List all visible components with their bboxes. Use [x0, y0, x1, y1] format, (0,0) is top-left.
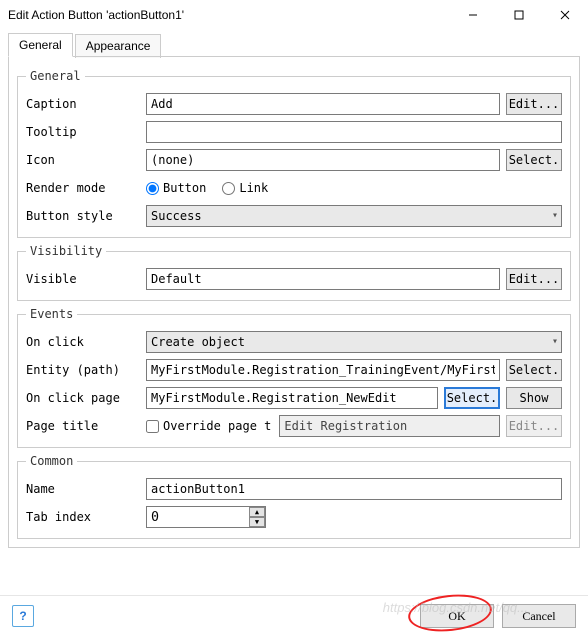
onclick-label: On click — [26, 335, 146, 349]
tab-appearance[interactable]: Appearance — [75, 34, 162, 58]
group-events: Events On click Create object ▾ Entity (… — [17, 307, 571, 448]
name-input[interactable] — [146, 478, 562, 500]
caption-edit-button[interactable]: Edit... — [506, 93, 562, 115]
window-title: Edit Action Button 'actionButton1' — [8, 8, 450, 22]
caption-label: Caption — [26, 97, 146, 111]
tooltip-label: Tooltip — [26, 125, 146, 139]
cancel-button[interactable]: Cancel — [502, 604, 576, 628]
entity-input[interactable] — [146, 359, 500, 381]
dialog-footer: ? OK Cancel — [0, 595, 588, 635]
button-style-label: Button style — [26, 209, 146, 223]
pagetitle-input — [279, 415, 500, 437]
override-checkbox-input[interactable] — [146, 420, 159, 433]
legend-general: General — [26, 69, 85, 83]
spinner-down-button[interactable]: ▼ — [249, 517, 265, 527]
icon-label: Icon — [26, 153, 146, 167]
tab-bar: General Appearance — [0, 32, 588, 56]
tabindex-label: Tab index — [26, 510, 146, 524]
override-checkbox[interactable]: Override page t — [146, 419, 271, 433]
visible-label: Visible — [26, 272, 146, 286]
onclickpage-select-button[interactable]: Select. — [444, 387, 500, 409]
legend-visibility: Visibility — [26, 244, 106, 258]
legend-events: Events — [26, 307, 77, 321]
caption-input[interactable] — [146, 93, 500, 115]
tooltip-input[interactable] — [146, 121, 562, 143]
entity-select-button[interactable]: Select. — [506, 359, 562, 381]
pagetitle-edit-button: Edit... — [506, 415, 562, 437]
group-visibility: Visibility Visible Edit... — [17, 244, 571, 301]
group-common: Common Name Tab index ▲ ▼ — [17, 454, 571, 539]
tab-panel-general: General Caption Edit... Tooltip Icon Sel… — [8, 56, 580, 548]
visible-edit-button[interactable]: Edit... — [506, 268, 562, 290]
render-link-radio-input[interactable] — [222, 182, 235, 195]
help-button[interactable]: ? — [12, 605, 34, 627]
entity-label: Entity (path) — [26, 363, 146, 377]
onclickpage-show-button[interactable]: Show — [506, 387, 562, 409]
tab-general[interactable]: General — [8, 33, 73, 57]
render-link-radio[interactable]: Link — [222, 181, 268, 195]
icon-select-button[interactable]: Select. — [506, 149, 562, 171]
tabindex-spinner[interactable]: ▲ ▼ — [146, 506, 266, 528]
render-button-radio[interactable]: Button — [146, 181, 206, 195]
pagetitle-label: Page title — [26, 419, 146, 433]
group-general: General Caption Edit... Tooltip Icon Sel… — [17, 69, 571, 238]
ok-button[interactable]: OK — [420, 604, 494, 628]
onclickpage-label: On click page — [26, 391, 146, 405]
icon-value[interactable] — [146, 149, 500, 171]
titlebar: Edit Action Button 'actionButton1' — [0, 0, 588, 30]
minimize-button[interactable] — [450, 0, 496, 30]
spinner-up-button[interactable]: ▲ — [249, 507, 265, 517]
button-style-select[interactable]: Success — [146, 205, 562, 227]
legend-common: Common — [26, 454, 77, 468]
onclick-select[interactable]: Create object — [146, 331, 562, 353]
onclickpage-input[interactable] — [146, 387, 438, 409]
render-button-radio-input[interactable] — [146, 182, 159, 195]
render-mode-label: Render mode — [26, 181, 146, 195]
visible-input[interactable] — [146, 268, 500, 290]
close-button[interactable] — [542, 0, 588, 30]
name-label: Name — [26, 482, 146, 496]
maximize-button[interactable] — [496, 0, 542, 30]
tabindex-input[interactable] — [146, 506, 266, 528]
